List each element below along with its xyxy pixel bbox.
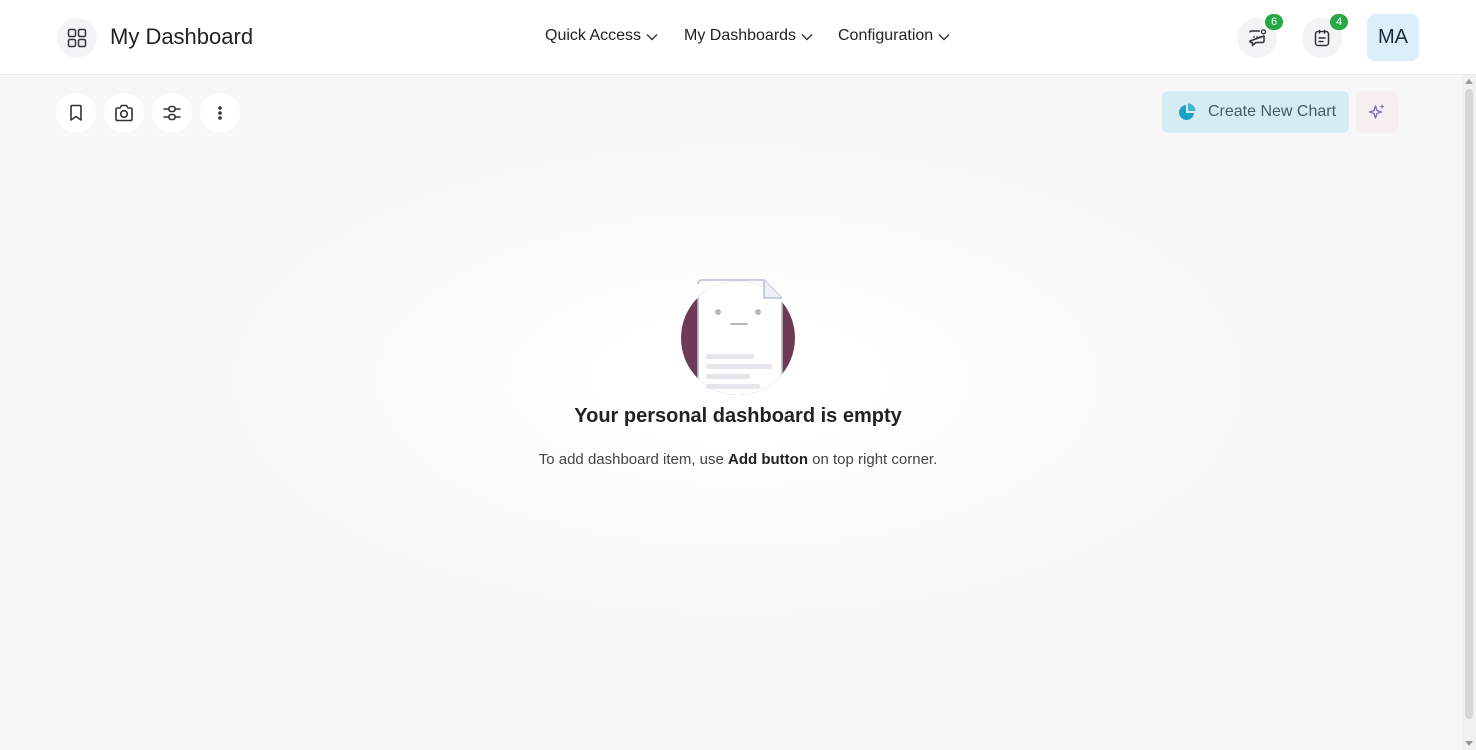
menu-label: My Dashboards — [684, 27, 797, 44]
empty-dashboard-illustration — [676, 278, 800, 398]
favorites-button[interactable] — [56, 93, 96, 133]
vertical-scrollbar[interactable] — [1462, 75, 1476, 750]
sparkle-icon — [1368, 104, 1385, 119]
filter-sliders-icon — [163, 105, 181, 121]
menu-configuration[interactable]: Configuration — [838, 27, 950, 45]
empty-state-text: To add dashboard item, use Add button on… — [0, 451, 1476, 468]
ai-assistant-button[interactable] — [1356, 91, 1398, 133]
user-avatar[interactable]: MA — [1367, 14, 1419, 61]
activities-button[interactable]: 4 — [1302, 14, 1348, 58]
camera-icon — [115, 104, 133, 122]
more-options-button[interactable] — [200, 93, 240, 133]
empty-text-bold: Add button — [728, 451, 808, 468]
empty-state-title: Your personal dashboard is empty — [574, 405, 902, 427]
menu-label: Quick Access — [545, 27, 642, 44]
scroll-thumb[interactable] — [1465, 89, 1473, 719]
apps-menu-button[interactable] — [57, 18, 97, 58]
scroll-down-arrow[interactable] — [1465, 741, 1473, 746]
create-new-chart-button[interactable]: Create New Chart — [1162, 91, 1349, 133]
activities-count-badge: 4 — [1330, 14, 1348, 30]
clipboard-icon — [1314, 29, 1330, 47]
pie-chart-icon — [1179, 103, 1196, 120]
menu-quick-access[interactable]: Quick Access — [545, 27, 658, 45]
chevron-down-icon — [801, 34, 813, 41]
chevron-down-icon — [646, 34, 658, 41]
chevron-down-icon — [938, 34, 950, 41]
messages-count-badge: 6 — [1265, 14, 1283, 30]
grid-icon — [67, 28, 87, 48]
more-vertical-icon — [218, 106, 222, 120]
chat-icon — [1249, 29, 1267, 47]
top-navbar: My Dashboard Quick Access My Dashboards … — [0, 0, 1476, 75]
empty-text-before: To add dashboard item, use — [538, 451, 729, 468]
scroll-up-arrow[interactable] — [1465, 79, 1473, 84]
messages-button[interactable]: 6 — [1237, 14, 1283, 58]
bookmark-icon — [70, 104, 82, 121]
menu-my-dashboards[interactable]: My Dashboards — [684, 27, 813, 45]
page-title: My Dashboard — [110, 24, 254, 49]
filters-button[interactable] — [152, 93, 192, 133]
create-new-chart-label: Create New Chart — [1208, 103, 1337, 120]
empty-text-after: on top right corner. — [808, 451, 938, 468]
menu-label: Configuration — [838, 27, 934, 44]
screenshot-button[interactable] — [104, 93, 144, 133]
